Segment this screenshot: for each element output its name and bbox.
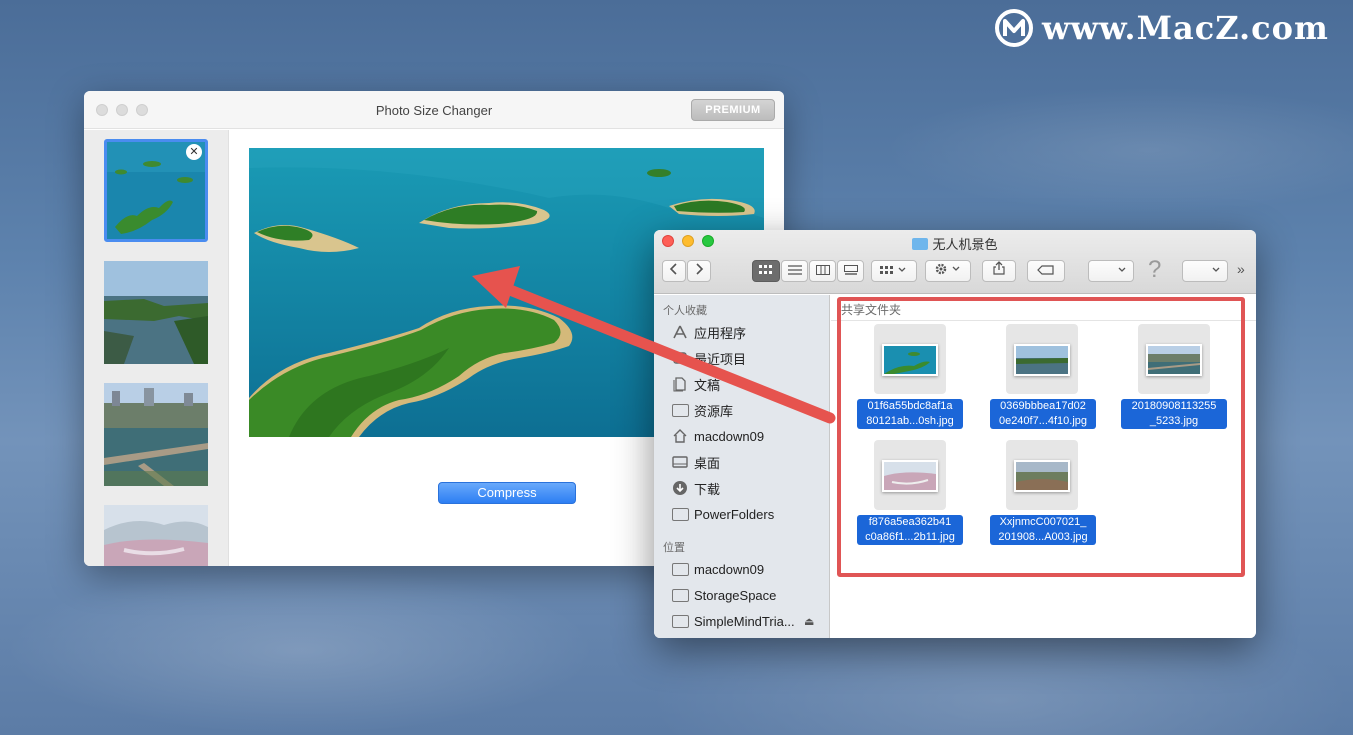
sidebar-item-downloads[interactable]: 下载 (671, 477, 829, 499)
psc-thumbnail-sidebar: ✕ (84, 130, 229, 566)
list-icon (787, 265, 802, 275)
watermark: www.MacZ.com (994, 8, 1329, 48)
chevron-left-icon (669, 263, 677, 275)
eject-icon[interactable]: ⏏ (804, 615, 814, 628)
recents-icon (671, 351, 689, 365)
thumbnail-1[interactable]: ✕ (104, 139, 208, 242)
locations-header: 位置 (663, 542, 685, 554)
finder-sidebar: 个人收藏 应用程序 最近项目 文稿 资源库 macdown09 桌面 下载 Po… (654, 295, 830, 638)
action-button[interactable] (925, 260, 971, 282)
desktop-icon (671, 455, 689, 469)
psc-titlebar: Photo Size Changer PREMIUM (84, 91, 784, 129)
home-icon (671, 429, 689, 443)
thumbnail-3[interactable] (104, 383, 208, 486)
list-view-button[interactable] (781, 260, 808, 282)
chevron-down-icon (1212, 267, 1220, 272)
group-grid-icon (880, 266, 906, 274)
psc-window-title: Photo Size Changer (375, 103, 493, 118)
sidebar-item-label: 文稿 (694, 377, 721, 393)
sidebar-item-label: 最近项目 (694, 351, 747, 367)
thumbnail-2-image (104, 261, 208, 364)
favorites-header: 个人收藏 (663, 305, 707, 317)
sidebar-item-powerfolders[interactable]: PowerFolders (671, 503, 829, 525)
share-icon (993, 261, 1005, 275)
share-button[interactable] (982, 260, 1016, 282)
tags-button[interactable] (1027, 260, 1065, 282)
remove-thumbnail-button[interactable]: ✕ (186, 144, 202, 160)
macz-logo-icon (995, 9, 1033, 47)
toolbar-popup-1[interactable] (1088, 260, 1134, 282)
downloads-icon (671, 481, 689, 495)
compress-button[interactable]: Compress (438, 482, 576, 504)
chevron-down-icon (1118, 267, 1126, 272)
gear-icon (935, 263, 960, 275)
toolbar-popup-2[interactable] (1182, 260, 1228, 282)
icon-view-button[interactable] (752, 260, 780, 282)
sidebar-item-label: SimpleMindTria... (694, 613, 795, 629)
tag-icon (1037, 265, 1054, 275)
sidebar-item-label: macdown09 (694, 428, 765, 444)
premium-button[interactable]: PREMIUM (691, 99, 775, 121)
sidebar-item-label: StorageSpace (694, 587, 777, 603)
sidebar-item-documents[interactable]: 文稿 (671, 373, 829, 395)
apps-icon (671, 325, 689, 339)
folder-icon (912, 238, 929, 250)
thumbnail-3-image (104, 383, 208, 486)
finder-window-title: 无人机景色 (654, 234, 1256, 253)
columns-icon (815, 265, 830, 275)
chevron-right-icon (696, 263, 704, 275)
folder-icon (671, 403, 689, 417)
grid-icon (759, 265, 772, 274)
sidebar-item-desktop[interactable]: 桌面 (671, 451, 829, 473)
group-by-button[interactable] (871, 260, 917, 282)
thumbnail-4[interactable] (104, 505, 208, 566)
folder-icon (671, 614, 689, 628)
column-view-button[interactable] (809, 260, 836, 282)
annotation-highlight-box (837, 297, 1245, 577)
help-icon[interactable]: ? (1148, 256, 1161, 284)
sidebar-item-label: macdown09 (694, 561, 765, 577)
folder-icon (671, 562, 689, 576)
sidebar-item-label: 桌面 (694, 455, 721, 471)
forward-button[interactable] (687, 260, 711, 282)
sidebar-item-recents[interactable]: 最近项目 (671, 347, 829, 369)
gallery-icon (843, 265, 858, 275)
sidebar-item-label: 应用程序 (694, 325, 747, 341)
documents-icon (671, 377, 689, 392)
sidebar-item-home[interactable]: macdown09 (671, 425, 829, 447)
back-button[interactable] (662, 260, 686, 282)
watermark-text: www.MacZ.com (1042, 9, 1329, 47)
sidebar-item-storagespace[interactable]: StorageSpace (671, 584, 829, 606)
sidebar-item-applications[interactable]: 应用程序 (671, 321, 829, 343)
gallery-view-button[interactable] (837, 260, 864, 282)
thumbnail-2[interactable] (104, 261, 208, 364)
finder-title-text: 无人机景色 (932, 237, 998, 252)
folder-icon (671, 588, 689, 602)
sidebar-item-label: PowerFolders (694, 506, 775, 522)
sidebar-item-label: 下载 (694, 481, 721, 497)
sidebar-item-library[interactable]: 资源库 (671, 399, 829, 421)
thumbnail-4-image (104, 505, 208, 566)
folder-icon (671, 507, 689, 521)
finder-toolbar: 无人机景色 ? » (654, 230, 1256, 294)
toolbar-overflow-button[interactable]: » (1237, 261, 1245, 277)
sidebar-item-location-macdown09[interactable]: macdown09 (671, 558, 829, 580)
sidebar-item-label: 资源库 (694, 403, 734, 419)
